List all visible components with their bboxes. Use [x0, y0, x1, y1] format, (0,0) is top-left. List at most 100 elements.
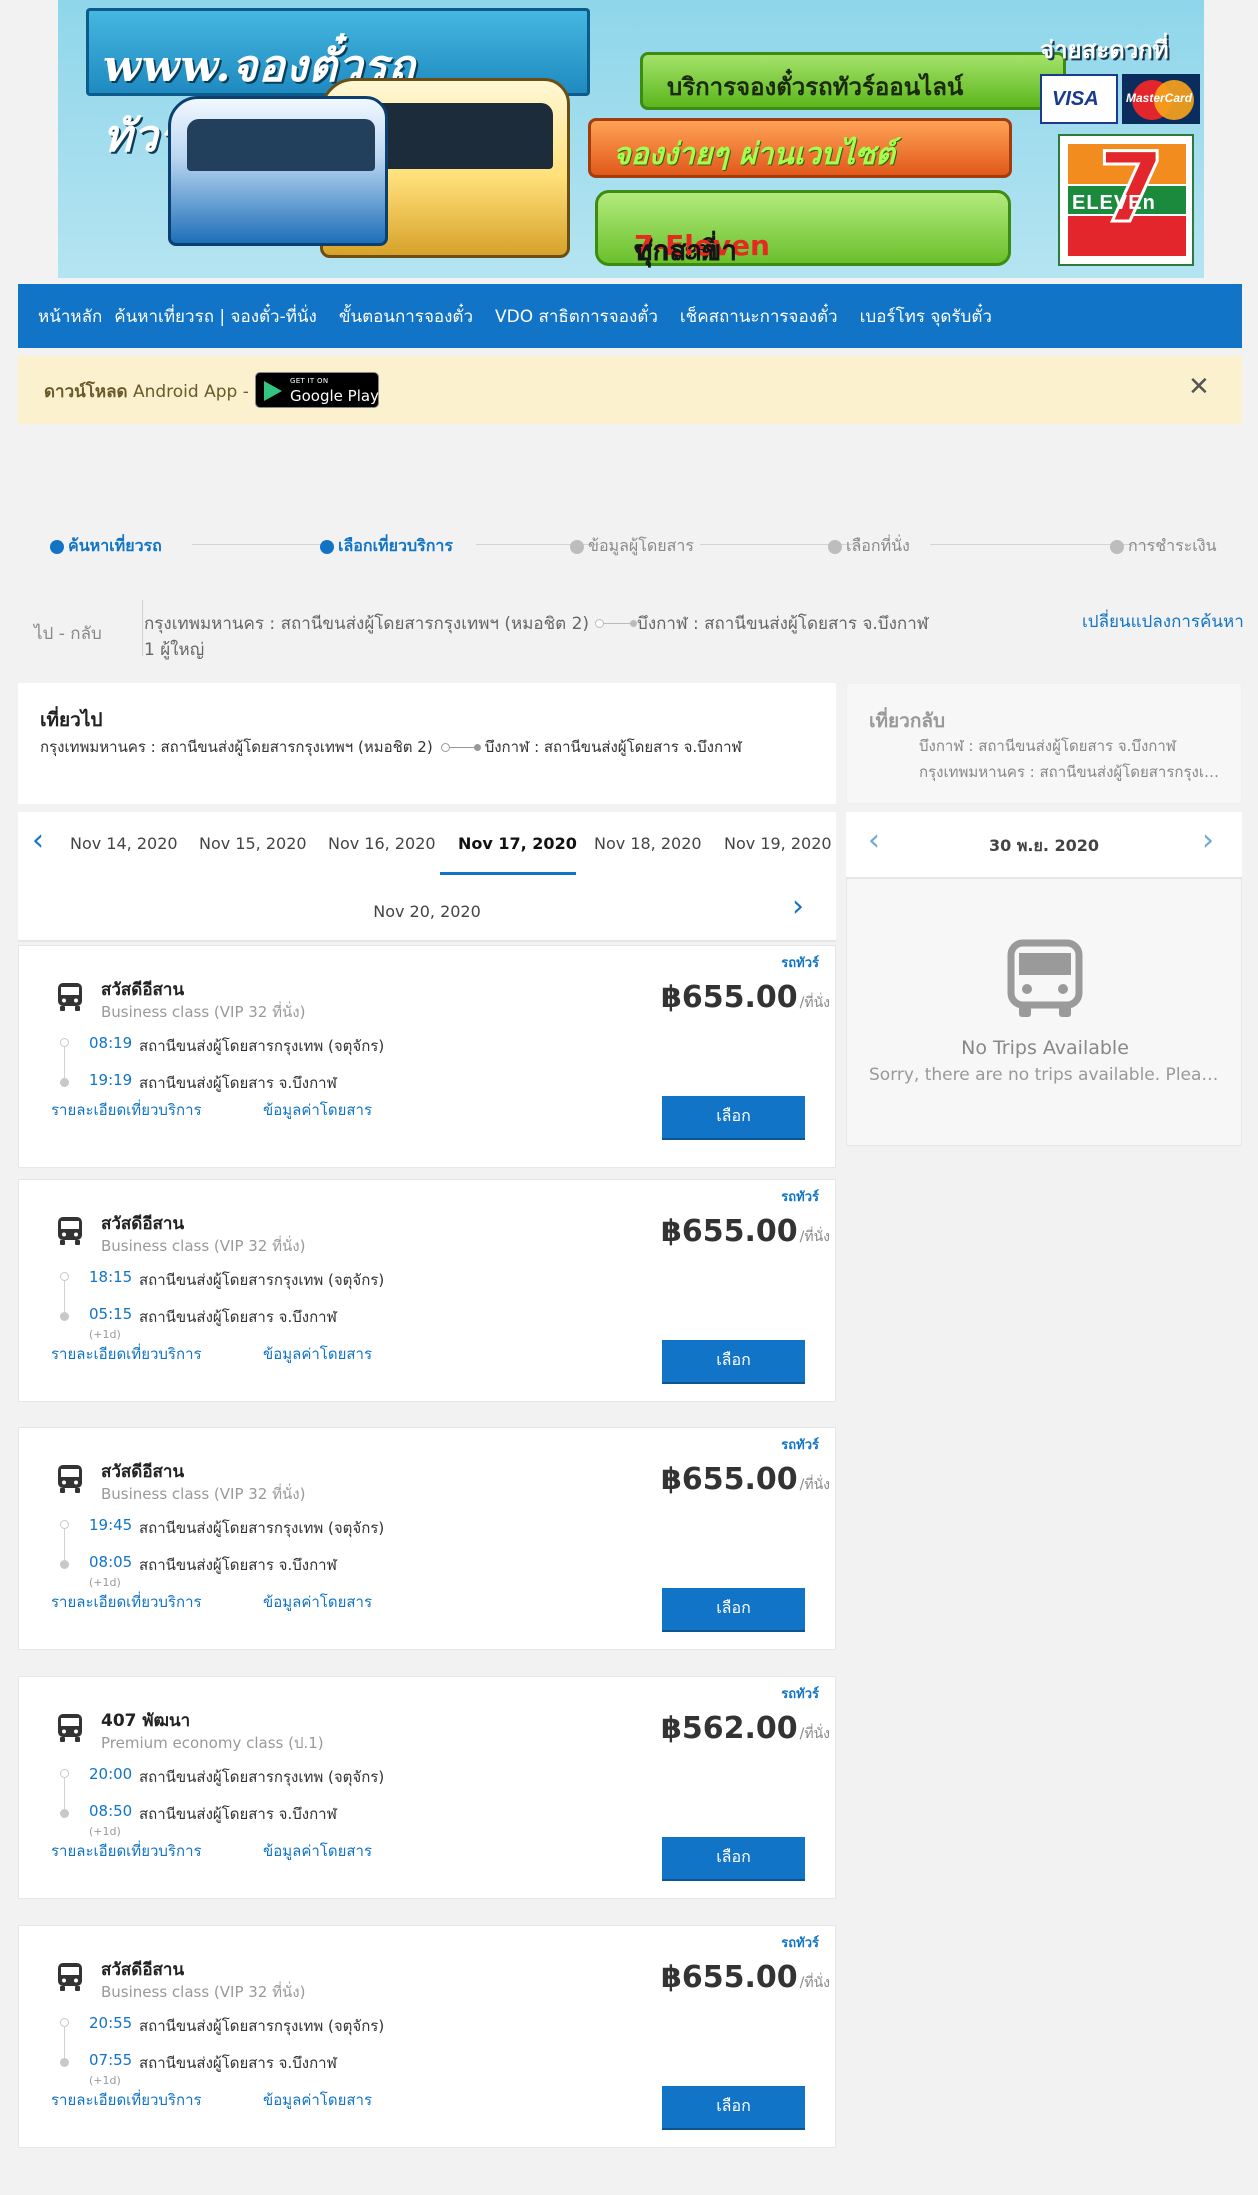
outbound-route: กรุงเทพมหานคร : สถานีขนส่งผู้โดยสารกรุงเ… [40, 738, 742, 756]
bus-class: Business class (VIP 32 ที่นั่ง) [101, 1237, 306, 1255]
chevron-right-icon[interactable]: › [792, 892, 804, 922]
site-banner[interactable]: www.จองตั๋วรถทัวร์.net บริการจองตั๋วรถทั… [58, 0, 1204, 278]
banner-pay-badge: ชำระที่ 7-Eleven ทุกสาขา [595, 190, 1011, 267]
bus-class: Business class (VIP 32 ที่นั่ง) [101, 1485, 306, 1503]
next-day-badge: (+1d) [89, 1328, 121, 1341]
select-trip-button[interactable]: เลือก [662, 1588, 805, 1630]
select-trip-button[interactable]: เลือก [662, 1096, 805, 1138]
search-summary: ไป - กลับ กรุงเทพมหานคร : สถานีขนส่งผู้โ… [18, 590, 1244, 670]
depart-station: สถานีขนส่งผู้โดยสารกรุงเทพ (จตุจักร) [139, 2017, 385, 2035]
depart-time: 18:15 [89, 1268, 133, 1286]
nav-booking-steps[interactable]: ขั้นตอนการจองตั๋ว [339, 303, 473, 330]
arrive-station: สถานีขนส่งผู้โดยสาร จ.บึงกาฬ [139, 1556, 337, 1574]
bus-class: Premium economy class (ป.1) [101, 1734, 324, 1752]
fare-info-link[interactable]: ข้อมูลค่าโดยสาร [263, 1342, 372, 1366]
bus-icon [1007, 939, 1083, 1017]
outbound-header: เที่ยวไป กรุงเทพมหานคร : สถานีขนส่งผู้โด… [18, 683, 836, 804]
arrive-station: สถานีขนส่งผู้โดยสาร จ.บึงกาฬ [139, 1308, 337, 1326]
nav-search-trips[interactable]: ค้นหาเที่ยวรถ | จองตั๋ว-ที่นั่ง [114, 303, 317, 330]
trip-price: ฿655.00/ที่นั่ง [661, 1462, 830, 1497]
step-payment: การชำระเงิน [1110, 534, 1217, 559]
fare-info-link[interactable]: ข้อมูลค่าโดยสาร [263, 2088, 372, 2112]
trip-details-link[interactable]: รายละเอียดเที่ยวบริการ [51, 1839, 202, 1863]
depart-station: สถานีขนส่งผู้โดยสารกรุงเทพ (จตุจักร) [139, 1037, 385, 1055]
banner-easy-text: จองง่ายๆ ผ่านเวบไซต์ [613, 137, 895, 172]
trip-card: รถทัวร์ สวัสดีอีสาน Business class (VIP … [18, 1427, 836, 1650]
trip-price: ฿562.00/ที่นั่ง [661, 1711, 830, 1746]
operator-name: สวัสดีอีสาน [101, 1462, 185, 1482]
step-select-seat: เลือกที่นั่ง [828, 534, 910, 559]
date-tab[interactable]: Nov 19, 2020 [724, 834, 832, 853]
nav-home[interactable]: หน้าหลัก [38, 303, 102, 330]
step-passenger-info: ข้อมูลผู้โดยสาร [570, 534, 694, 559]
chevron-left-icon[interactable]: ‹ [32, 826, 44, 856]
trip-details-link[interactable]: รายละเอียดเที่ยวบริการ [51, 1590, 202, 1614]
depart-time: 08:19 [89, 1034, 133, 1052]
return-header[interactable]: เที่ยวกลับ บึงกาฬ : สถานีขนส่งผู้โดยสาร … [846, 683, 1242, 804]
next-day-badge: (+1d) [89, 2074, 121, 2087]
trip-details-link[interactable]: รายละเอียดเที่ยวบริการ [51, 1342, 202, 1366]
google-play-button[interactable]: GET IT ON Google Play [255, 372, 379, 408]
depart-station: สถานีขนส่งผู้โดยสารกรุงเทพ (จตุจักร) [139, 1271, 385, 1289]
bus-image [168, 96, 388, 246]
change-search-link[interactable]: เปลี่ยนแปลงการค้นหา [1082, 608, 1244, 635]
selected-date-indicator [440, 872, 576, 875]
date-tab[interactable]: Nov 18, 2020 [594, 834, 702, 853]
close-icon[interactable]: ✕ [1188, 374, 1210, 400]
date-tab[interactable]: Nov 20, 2020 [18, 902, 836, 921]
operator-name: สวัสดีอีสาน [101, 1960, 185, 1980]
trip-card: รถทัวร์ สวัสดีอีสาน Business class (VIP … [18, 1179, 836, 1402]
no-trips-panel: No Trips Available Sorry, there are no t… [846, 878, 1242, 1146]
select-trip-button[interactable]: เลือก [662, 2086, 805, 2128]
trip-type-label: ไป - กลับ [34, 624, 102, 644]
banner-easy-badge: จองง่ายๆ ผ่านเวบไซต์ [588, 118, 1012, 178]
nav-vdo-demo[interactable]: VDO สาธิตการจองตั๋ว [495, 303, 658, 330]
outbound-date-tabs: ‹ Nov 14, 2020 Nov 15, 2020 Nov 16, 2020… [18, 812, 836, 942]
summary-route: กรุงเทพมหานคร : สถานีขนส่งผู้โดยสารกรุงเ… [144, 614, 929, 634]
trip-card: รถทัวร์ สวัสดีอีสาน Business class (VIP … [18, 1925, 836, 2148]
date-tab[interactable]: Nov 14, 2020 [70, 834, 178, 853]
trip-card: รถทัวร์ สวัสดีอีสาน Business class (VIP … [18, 945, 836, 1168]
nav-check-status[interactable]: เช็คสถานะการจองตั๋ว [680, 303, 838, 330]
chevron-right-icon[interactable]: › [1202, 826, 1214, 856]
arrive-time: 08:50 [89, 1802, 133, 1820]
vehicle-type-tag: รถทัวร์ [781, 956, 819, 971]
outbound-title: เที่ยวไป [40, 709, 103, 731]
fare-info-link[interactable]: ข้อมูลค่าโดยสาร [263, 1098, 372, 1122]
fare-info-link[interactable]: ข้อมูลค่าโดยสาร [263, 1590, 372, 1614]
bus-class: Business class (VIP 32 ที่นั่ง) [101, 1983, 306, 2001]
date-tab[interactable]: Nov 16, 2020 [328, 834, 436, 853]
return-date-bar: ‹ 30 พ.ย. 2020 › [846, 812, 1242, 878]
android-app-text: ดาวน์โหลด Android App - [44, 382, 249, 402]
main-nav: หน้าหลัก ค้นหาเที่ยวรถ | จองตั๋ว-ที่นั่ง… [18, 284, 1242, 348]
trip-details-link[interactable]: รายละเอียดเที่ยวบริการ [51, 2088, 202, 2112]
operator-name: สวัสดีอีสาน [101, 1214, 185, 1234]
depart-time: 20:00 [89, 1765, 133, 1783]
bus-icon [58, 1465, 82, 1493]
next-day-badge: (+1d) [89, 1576, 121, 1589]
fare-info-link[interactable]: ข้อมูลค่าโดยสาร [263, 1839, 372, 1863]
no-trips-message: Sorry, there are no trips available. Ple… [869, 1065, 1221, 1085]
return-title: เที่ยวกลับ [869, 710, 946, 732]
select-trip-button[interactable]: เลือก [662, 1340, 805, 1382]
bus-icon [58, 1217, 82, 1245]
google-play-icon [264, 381, 282, 401]
bus-class: Business class (VIP 32 ที่นั่ง) [101, 1003, 306, 1021]
nav-phone-pickup[interactable]: เบอร์โทร จุดรับตั๋ว [860, 303, 992, 330]
mastercard-logo: MasterCard [1122, 74, 1200, 124]
arrive-time: 08:05 [89, 1553, 133, 1571]
date-tab[interactable]: Nov 15, 2020 [199, 834, 307, 853]
arrive-time: 07:55 [89, 2051, 133, 2069]
step-select-trip[interactable]: เลือกเที่ยวบริการ [320, 534, 453, 559]
arrive-time: 05:15 [89, 1305, 133, 1323]
return-from: บึงกาฬ : สถานีขนส่งผู้โดยสาร จ.บึงกาฬ [919, 737, 1177, 755]
date-tab-selected[interactable]: Nov 17, 2020 [458, 834, 577, 853]
trip-details-link[interactable]: รายละเอียดเที่ยวบริการ [51, 1098, 202, 1122]
arrive-station: สถานีขนส่งผู้โดยสาร จ.บึงกาฬ [139, 2054, 337, 2072]
step-search[interactable]: ค้นหาเที่ยวรถ [50, 534, 162, 559]
depart-time: 20:55 [89, 2014, 133, 2032]
vehicle-type-tag: รถทัวร์ [781, 1687, 819, 1702]
vehicle-type-tag: รถทัวร์ [781, 1190, 819, 1205]
select-trip-button[interactable]: เลือก [662, 1837, 805, 1879]
seven-eleven-logo: 7 ELEVEn [1058, 134, 1194, 266]
